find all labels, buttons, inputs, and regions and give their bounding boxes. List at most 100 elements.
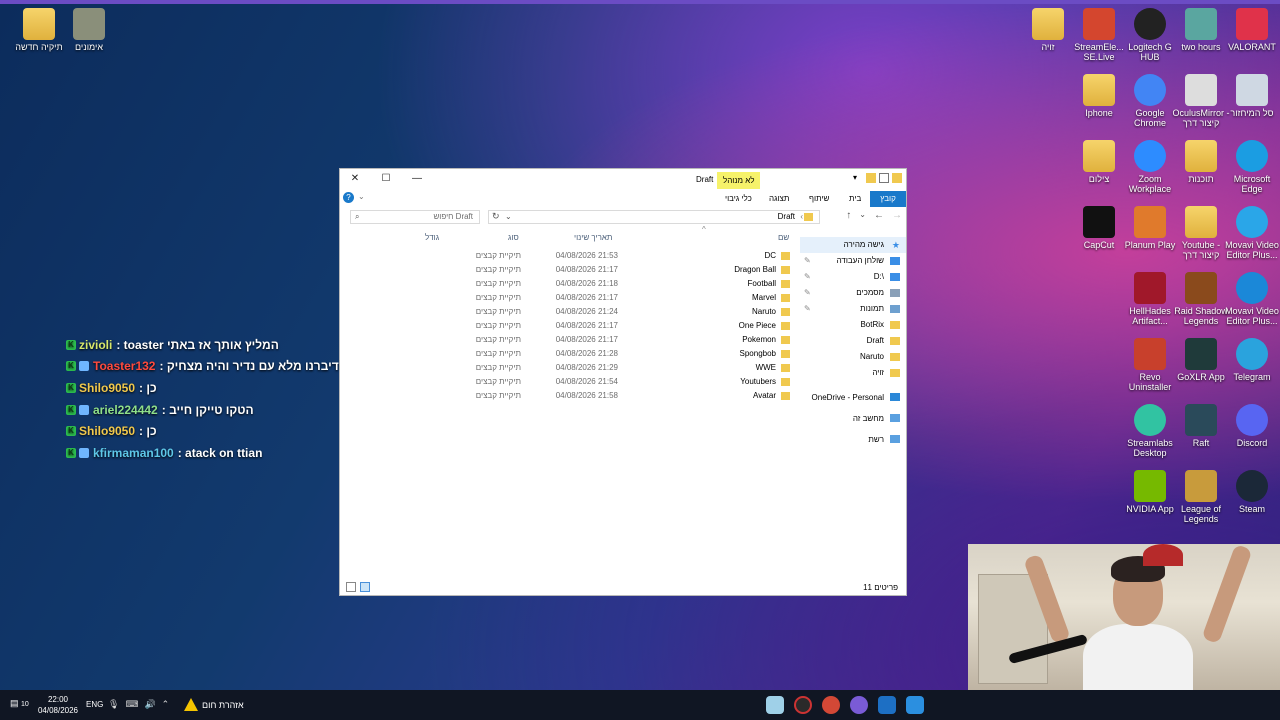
forward-arrow-icon[interactable]: → xyxy=(892,210,902,221)
desktop-shortcut[interactable]: StreamEle... SE.Live xyxy=(1070,8,1128,62)
desktop-shortcut[interactable]: Discord xyxy=(1223,404,1280,448)
chevron-down-icon[interactable]: ⌄ xyxy=(358,192,365,201)
desktop-shortcut[interactable]: Youtube - קיצור דרך xyxy=(1172,206,1230,260)
nav-item[interactable]: Draft xyxy=(800,333,906,349)
outlook-app-icon[interactable] xyxy=(878,696,896,714)
file-type: תיקיית קבצים xyxy=(475,377,521,386)
minimize-button[interactable]: — xyxy=(402,171,432,187)
file-explorer-app-icon[interactable] xyxy=(766,696,784,714)
desktop-shortcut[interactable]: Planum Play xyxy=(1121,206,1179,250)
desktop-shortcut[interactable]: Google Chrome xyxy=(1121,74,1179,128)
column-header-name[interactable]: שם xyxy=(778,233,789,242)
column-header-date[interactable]: תאריך שינוי xyxy=(574,233,612,242)
desktop-shortcut[interactable]: Movavi Video Editor Plus... xyxy=(1223,272,1280,326)
file-row[interactable]: תיקיית קבצים 04/08/2026 21:54 Youtubers xyxy=(340,375,792,389)
desktop-shortcut[interactable]: Microsoft Edge xyxy=(1223,140,1280,194)
file-row[interactable]: תיקיית קבצים 04/08/2026 21:28 Spongbob xyxy=(340,347,792,361)
desktop-shortcut[interactable]: זויה xyxy=(1019,8,1077,52)
tab-share[interactable]: שיתוף xyxy=(804,191,834,207)
title-bar[interactable]: ✕ ☐ — Draft לא מנוהל ▾ xyxy=(340,169,906,189)
column-header-size[interactable]: גודל xyxy=(425,233,439,242)
back-arrow-icon[interactable]: ← xyxy=(874,210,884,221)
nav-item[interactable]: מחשב זה xyxy=(800,408,906,429)
desktop-shortcut[interactable]: תוכנות xyxy=(1172,140,1230,184)
file-row[interactable]: תיקיית קבצים 04/08/2026 21:24 Naruto xyxy=(340,305,792,319)
desktop-shortcut[interactable]: Telegram xyxy=(1223,338,1280,382)
chevron-down-icon[interactable]: ⌄ xyxy=(859,210,866,221)
network-icon[interactable]: ⌨ xyxy=(125,699,138,710)
column-header-type[interactable]: סוג xyxy=(508,233,519,242)
search-input[interactable]: ⌕ חיפוש Draft xyxy=(350,210,480,224)
microphone-icon[interactable]: 🎙 xyxy=(108,699,119,710)
chevron-down-icon[interactable]: ▾ xyxy=(853,173,863,183)
chrome-app-icon[interactable] xyxy=(822,696,840,714)
desktop-shortcut[interactable]: Raft xyxy=(1172,404,1230,448)
up-arrow-icon[interactable]: ↑ xyxy=(846,210,851,221)
tab-home[interactable]: בית xyxy=(844,191,866,207)
tab-backup-tools[interactable]: כלי גיבוי xyxy=(720,191,757,207)
file-row[interactable]: תיקיית קבצים 04/08/2026 21:17 One Piece xyxy=(340,319,792,333)
desktop-shortcut[interactable]: HellHades Artifact... xyxy=(1121,272,1179,326)
heat-warning[interactable]: אזהרת חום xyxy=(184,698,244,711)
chat-text: : כן xyxy=(139,424,157,439)
desktop-shortcut[interactable]: VALORANT xyxy=(1223,8,1280,52)
nav-item[interactable]: תמונות ✎ xyxy=(800,301,906,317)
chevron-down-icon[interactable]: ⌄ xyxy=(505,211,512,223)
store-app-icon[interactable] xyxy=(906,696,924,714)
language-indicator[interactable]: ENG xyxy=(86,700,103,709)
tab-manage[interactable]: לא מנוהל xyxy=(717,172,761,189)
file-row[interactable]: תיקיית קבצים 04/08/2026 21:53 DC xyxy=(340,249,792,263)
desktop-shortcut[interactable]: Iphone xyxy=(1070,74,1128,118)
file-row[interactable]: תיקיית קבצים 04/08/2026 21:17 Marvel xyxy=(340,291,792,305)
obs-app-icon[interactable] xyxy=(794,696,812,714)
file-row[interactable]: תיקיית קבצים 04/08/2026 21:17 Pokemon xyxy=(340,333,792,347)
desktop-shortcut[interactable]: NVIDIA App xyxy=(1121,470,1179,514)
nav-item[interactable]: BotRix xyxy=(800,317,906,333)
properties-icon[interactable] xyxy=(879,173,889,183)
large-icons-view-icon[interactable] xyxy=(346,582,356,592)
close-button[interactable]: ✕ xyxy=(340,171,370,187)
address-bar[interactable]: ⌄ Draft ‹ xyxy=(488,210,820,224)
desktop-shortcut[interactable]: Zoom Workplace xyxy=(1121,140,1179,194)
chevron-up-icon[interactable]: ⌃ xyxy=(162,699,170,710)
nav-item[interactable]: שולחן העבודה ✎ xyxy=(800,253,906,269)
movavi-icon xyxy=(1236,272,1268,304)
desktop-shortcut[interactable]: OculusMirror - קיצור דרך xyxy=(1172,74,1230,128)
file-row[interactable]: תיקיית קבצים 04/08/2026 21:29 WWE xyxy=(340,361,792,375)
help-icon[interactable]: ? xyxy=(343,192,354,203)
desktop-shortcut[interactable]: two hours xyxy=(1172,8,1230,52)
desktop-shortcut-label: League of Legends xyxy=(1180,504,1222,524)
details-view-icon[interactable] xyxy=(360,582,370,592)
desktop-shortcut[interactable]: Raid Shadow Legends xyxy=(1172,272,1230,326)
volume-icon[interactable]: 🔊 xyxy=(144,699,155,710)
chat-username: kfirmaman100 xyxy=(93,445,174,460)
tab-file[interactable]: קובץ xyxy=(870,191,906,207)
desktop-shortcut[interactable]: סל המיחזור xyxy=(1223,74,1280,118)
file-row[interactable]: תיקיית קבצים 04/08/2026 21:58 Avatar xyxy=(340,389,792,403)
nav-item[interactable]: OneDrive - Personal xyxy=(800,387,906,408)
desktop-shortcut[interactable]: Revo Uninstaller xyxy=(1121,338,1179,392)
desktop-shortcut[interactable]: GoXLR App xyxy=(1172,338,1230,382)
notification-center-button[interactable]: ▤ 10 xyxy=(10,698,29,709)
desktop-shortcut[interactable]: League of Legends xyxy=(1172,470,1230,524)
desktop-shortcut[interactable]: Movavi Video Editor Plus... xyxy=(1223,206,1280,260)
desktop-shortcut[interactable]: Streamlabs Desktop xyxy=(1121,404,1179,458)
nav-item[interactable]: D:\ ✎ xyxy=(800,269,906,285)
maximize-button[interactable]: ☐ xyxy=(371,171,401,187)
desktop-shortcut[interactable]: Steam xyxy=(1223,470,1280,514)
file-row[interactable]: תיקיית קבצים 04/08/2026 21:17 Dragon Ball xyxy=(340,263,792,277)
desktop-shortcut[interactable]: צילום xyxy=(1070,140,1128,184)
file-row[interactable]: תיקיית קבצים 04/08/2026 21:18 Football xyxy=(340,277,792,291)
breadcrumb[interactable]: Draft xyxy=(778,211,795,223)
nav-item[interactable]: רשת xyxy=(800,429,906,450)
nav-item[interactable]: גישה מהירה ★ xyxy=(800,237,906,253)
nav-item[interactable]: Naruto xyxy=(800,349,906,365)
nav-item[interactable]: מסמכים ✎ xyxy=(800,285,906,301)
browser-app-icon[interactable] xyxy=(850,696,868,714)
nav-item[interactable]: זויה xyxy=(800,365,906,381)
tab-view[interactable]: תצוגה xyxy=(764,191,794,207)
desktop-icon-training[interactable]: אימונים xyxy=(60,8,118,52)
taskbar-clock[interactable]: 22:00 04/08/2026 xyxy=(32,694,84,716)
desktop-shortcut[interactable]: Logitech G HUB xyxy=(1121,8,1179,62)
desktop-shortcut[interactable]: CapCut xyxy=(1070,206,1128,250)
